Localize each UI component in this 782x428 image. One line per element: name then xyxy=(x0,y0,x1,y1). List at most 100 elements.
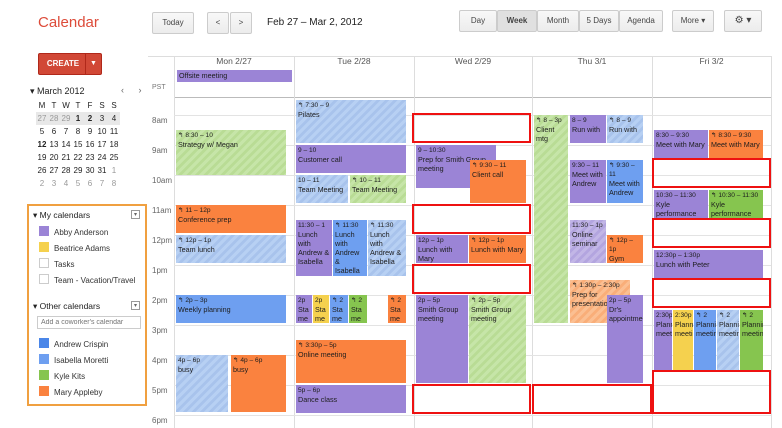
view-month-button[interactable]: Month xyxy=(537,10,579,32)
event-block[interactable]: ↰ 2Planning meeting xyxy=(694,310,716,370)
mini-day[interactable]: 1 xyxy=(72,112,84,125)
event-block[interactable]: 8 – 9 Run with xyxy=(570,115,606,143)
day-header-mon[interactable]: Mon 2/27 xyxy=(174,56,294,70)
mini-day[interactable]: 30 xyxy=(84,164,96,177)
mini-day[interactable]: 2 xyxy=(36,177,48,190)
today-button[interactable]: Today xyxy=(152,12,194,34)
day-header-fri[interactable]: Fri 3/2 xyxy=(652,56,771,70)
calendar-item-kyle[interactable]: Kyle Kits xyxy=(39,370,85,381)
mini-day[interactable]: 3 xyxy=(48,177,60,190)
mini-day[interactable]: 17 xyxy=(96,138,108,151)
my-calendars-header[interactable]: ▾ My calendars xyxy=(33,210,90,221)
event-block[interactable]: ↰ 8 – 9 Run with xyxy=(607,115,643,143)
mini-day[interactable]: 20 xyxy=(48,151,60,164)
event-block[interactable]: ↰ 2p – 3p Weekly planning xyxy=(176,295,286,323)
event-block[interactable]: 2:30pPlanning meeting xyxy=(673,310,693,370)
event-block[interactable]: 9:30 – 11 Meet with Andrew xyxy=(570,160,606,203)
mini-day[interactable]: 4 xyxy=(108,112,120,125)
event-block[interactable]: ↰ 8:30 – 9:30 Meet with Mary xyxy=(709,130,763,158)
calendar-item-isabella[interactable]: Isabella Moretti xyxy=(39,354,108,365)
event-block[interactable]: 9 – 10 Customer call xyxy=(296,145,406,173)
view-week-button[interactable]: Week xyxy=(497,10,537,32)
mini-day[interactable]: 14 xyxy=(60,138,72,151)
event-block[interactable]: 11:30 – 1p Online seminar xyxy=(570,220,606,263)
mini-day[interactable]: 25 xyxy=(108,151,120,164)
event-block[interactable]: ↰ 2Planning meeting xyxy=(717,310,739,370)
add-coworker-input[interactable] xyxy=(37,316,141,329)
event-block[interactable]: ↰ 9:30 – 11 Meet with Andrew xyxy=(607,160,643,203)
event-block[interactable]: ↰ 11:30 Lunch with Andrew & Isabella xyxy=(333,220,367,276)
event-block[interactable]: 2p Sta me xyxy=(296,295,312,323)
event-block[interactable]: ↰ 2 Sta me xyxy=(330,295,348,323)
create-button[interactable]: CREATE ▼ xyxy=(38,53,102,75)
mini-day[interactable]: 28 xyxy=(60,164,72,177)
event-block[interactable]: ↰ 7:30 – 9 Pilates xyxy=(296,100,406,143)
event-block[interactable]: 2p – 5p Smith Group meeting xyxy=(416,295,468,383)
event-block[interactable]: 4p – 6p busy xyxy=(176,355,228,412)
more-button[interactable]: More ▾ xyxy=(672,10,714,32)
mini-day[interactable]: 28 xyxy=(48,112,60,125)
event-block[interactable]: ↰ 12p – 1p Team lunch xyxy=(176,235,286,263)
mini-day[interactable]: 7 xyxy=(96,177,108,190)
mini-day[interactable]: 8 xyxy=(108,177,120,190)
event-block[interactable]: 12p – 1p Lunch with Mary xyxy=(416,235,468,263)
calendar-item-andrew[interactable]: Andrew Crispin xyxy=(39,338,108,349)
event-block[interactable]: ↰ 8 – 3p Client mtg xyxy=(534,115,568,323)
event-block[interactable]: ↰ 2 Sta me xyxy=(349,295,367,323)
settings-gear-icon[interactable]: ⚙ ▾ xyxy=(724,10,762,32)
day-header-wed[interactable]: Wed 2/29 xyxy=(414,56,532,70)
mini-day[interactable]: 26 xyxy=(36,164,48,177)
event-block[interactable]: 2:30pPlanning meeting xyxy=(654,310,672,370)
mini-day[interactable]: 27 xyxy=(36,112,48,125)
event-block[interactable]: ↰ 2 Sta me xyxy=(388,295,406,323)
mini-calendar-title[interactable]: ▾ March 2012 xyxy=(30,86,85,97)
mini-day[interactable]: 22 xyxy=(72,151,84,164)
event-block[interactable]: ↰ 2Planning meeting xyxy=(740,310,763,370)
mini-day[interactable]: 9 xyxy=(84,125,96,138)
calendar-item-beatrice[interactable]: Beatrice Adams xyxy=(39,242,110,253)
mini-day[interactable]: 24 xyxy=(96,151,108,164)
mini-day[interactable]: 18 xyxy=(108,138,120,151)
mini-day[interactable]: 5 xyxy=(72,177,84,190)
calendar-item-abby[interactable]: Abby Anderson xyxy=(39,226,108,237)
view-day-button[interactable]: Day xyxy=(459,10,497,32)
mini-day[interactable]: 29 xyxy=(60,112,72,125)
event-block[interactable]: ↰ 3:30p – 5p Online meeting xyxy=(296,340,406,383)
event-block[interactable]: 10:30 – 11:30Kyle performance review xyxy=(654,190,708,218)
mini-day[interactable]: 8 xyxy=(72,125,84,138)
my-calendars-menu-icon[interactable]: ▾ xyxy=(131,210,140,219)
mini-day[interactable]: 3 xyxy=(96,112,108,125)
event-block[interactable]: ↰ 11 – 12p Conference prep xyxy=(176,205,286,233)
mini-day[interactable]: 16 xyxy=(84,138,96,151)
calendar-item-team-vacation[interactable]: Team - Vacation/Travel xyxy=(39,274,135,285)
event-block[interactable]: ↰ 10 – 11 Team Meeting xyxy=(350,175,406,203)
calendar-item-tasks[interactable]: Tasks xyxy=(39,258,74,269)
mini-calendar-nav[interactable]: ‹ › xyxy=(121,85,148,95)
mini-day[interactable]: 27 xyxy=(48,164,60,177)
event-block[interactable]: 5p – 6p Dance class xyxy=(296,385,406,413)
event-block[interactable]: ↰ 8:30 – 10 Strategy w/ Megan xyxy=(176,130,286,175)
event-block[interactable]: ↰ 11:30 Lunch with Andrew & Isabella xyxy=(368,220,406,276)
mini-day[interactable]: 7 xyxy=(60,125,72,138)
mini-day[interactable]: 29 xyxy=(72,164,84,177)
next-button[interactable]: > xyxy=(230,12,252,34)
view-agenda-button[interactable]: Agenda xyxy=(619,10,663,32)
mini-day[interactable]: 6 xyxy=(48,125,60,138)
event-block[interactable]: ↰ 4p – 6p busy xyxy=(231,355,286,412)
mini-day[interactable]: 5 xyxy=(36,125,48,138)
mini-day[interactable]: 31 xyxy=(96,164,108,177)
mini-day[interactable]: 23 xyxy=(84,151,96,164)
event-block[interactable]: ↰ 12p – 1p Gym xyxy=(607,235,643,263)
mini-day[interactable]: 15 xyxy=(72,138,84,151)
event-block[interactable]: ↰ 10:30 – 11:30Kyle performance review xyxy=(709,190,763,218)
event-block[interactable]: ↰ 2p – 5p Smith Group meeting xyxy=(469,295,526,383)
mini-day[interactable]: 12 xyxy=(36,138,48,151)
event-block[interactable]: 2p Sta me xyxy=(313,295,329,323)
event-block[interactable]: ↰ 9:30 – 11 Client call xyxy=(470,160,526,203)
event-block[interactable]: 12:30p – 1:30p Lunch with Peter xyxy=(654,250,763,278)
mini-day[interactable]: 10 xyxy=(96,125,108,138)
day-header-thu[interactable]: Thu 3/1 xyxy=(532,56,652,70)
day-header-tue[interactable]: Tue 2/28 xyxy=(294,56,414,70)
event-block[interactable]: ↰ 12p – 1p Lunch with Mary xyxy=(469,235,526,263)
other-calendars-header[interactable]: ▾ Other calendars xyxy=(33,301,100,312)
